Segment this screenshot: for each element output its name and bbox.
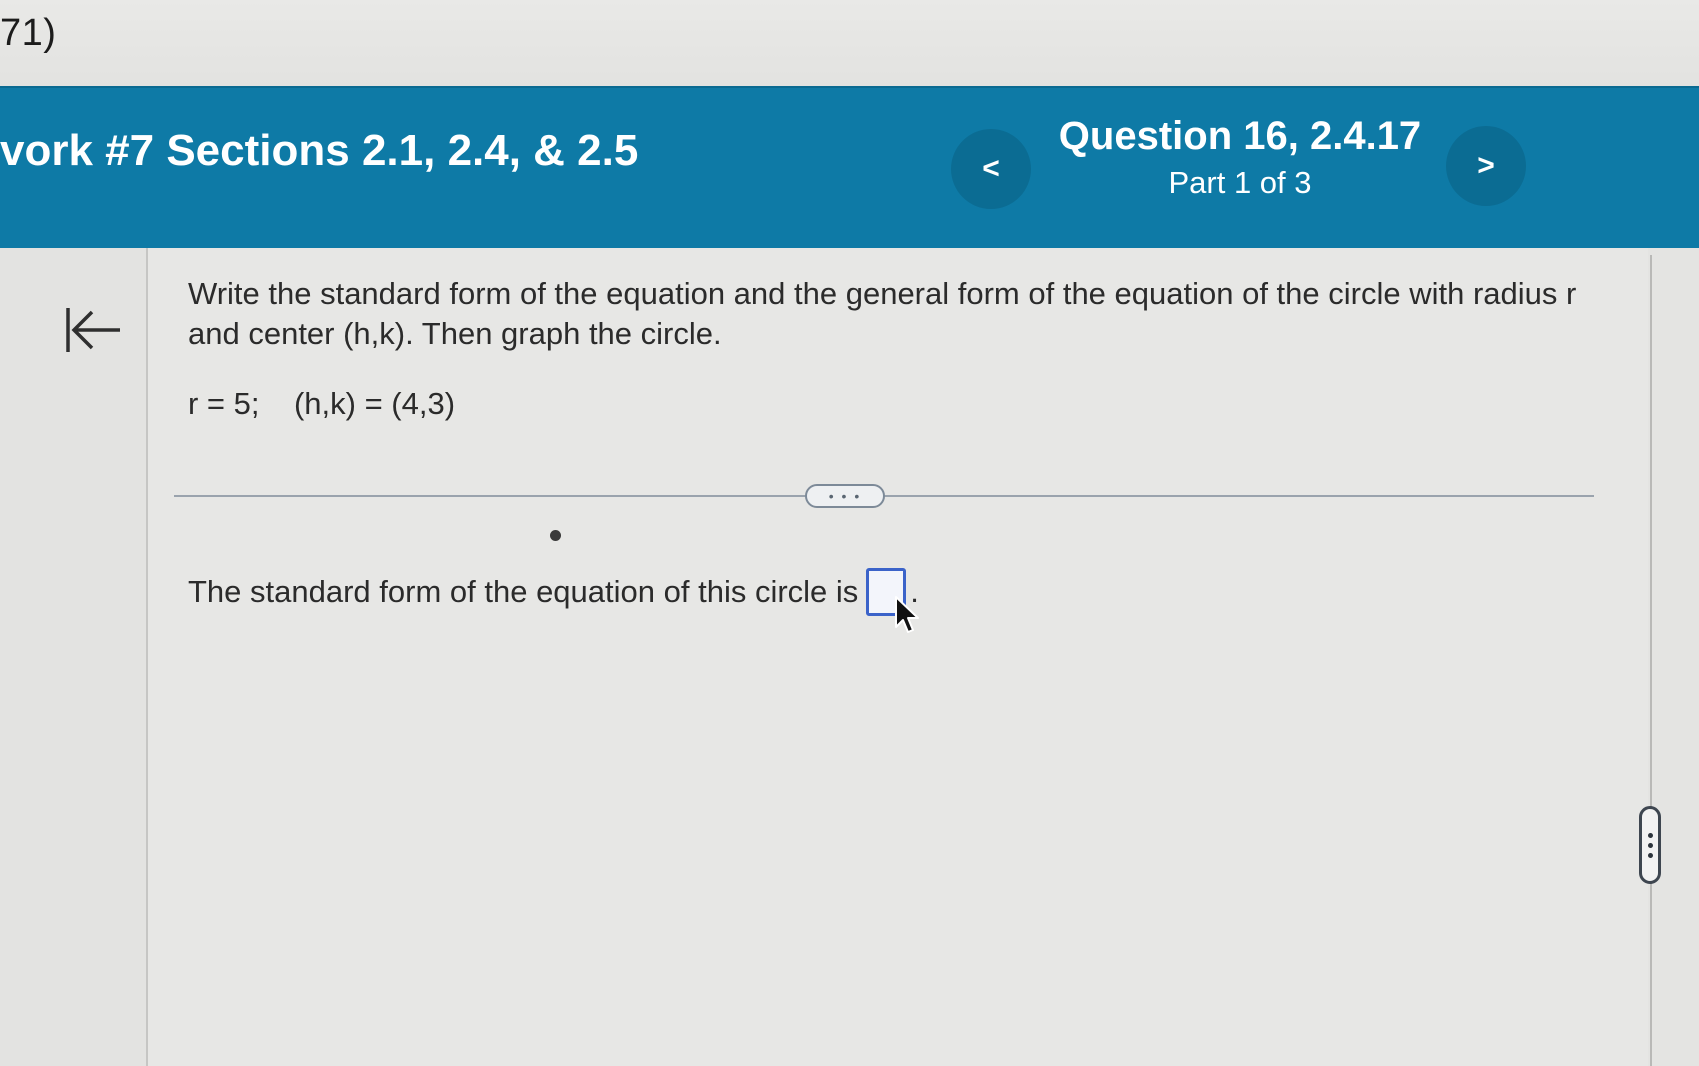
previous-question-button[interactable]: < — [951, 129, 1031, 209]
assignment-header: vork #7 Sections 2.1, 2.4, & 2.5 < Quest… — [0, 86, 1699, 248]
answer-line: The standard form of the equation of thi… — [188, 568, 919, 616]
browser-top-strip: 71) — [0, 0, 1699, 90]
expand-handle-button[interactable]: • • • — [805, 484, 885, 508]
top-label: 71) — [0, 12, 57, 54]
question-part: Part 1 of 3 — [1168, 165, 1312, 200]
scroll-handle[interactable] — [1639, 806, 1661, 884]
chevron-left-icon: < — [982, 152, 1000, 185]
question-indicator: Question 16, 2.4.17 Part 1 of 3 — [1040, 114, 1440, 201]
scroll-dot — [1647, 842, 1653, 848]
question-title: Question 16, 2.4.17 — [1058, 114, 1422, 158]
left-rail — [0, 248, 148, 1066]
question-prompt: Write the standard form of the equation … — [188, 276, 1577, 351]
chevron-right-icon: > — [1477, 149, 1495, 182]
question-content: Write the standard form of the equation … — [148, 248, 1648, 1066]
next-question-button[interactable]: > — [1446, 126, 1526, 206]
mouse-pointer-icon — [895, 596, 919, 633]
dot-mark — [550, 530, 561, 541]
assignment-title: vork #7 Sections 2.1, 2.4, & 2.5 — [0, 126, 639, 175]
scroll-track — [1650, 255, 1652, 1066]
scroll-dot — [1647, 852, 1653, 858]
answer-prompt-text: The standard form of the equation of thi… — [188, 574, 859, 609]
back-to-start-icon[interactable] — [62, 300, 122, 360]
scroll-dot — [1647, 832, 1653, 838]
given-values: r = 5; (h,k) = (4,3) — [188, 386, 456, 421]
